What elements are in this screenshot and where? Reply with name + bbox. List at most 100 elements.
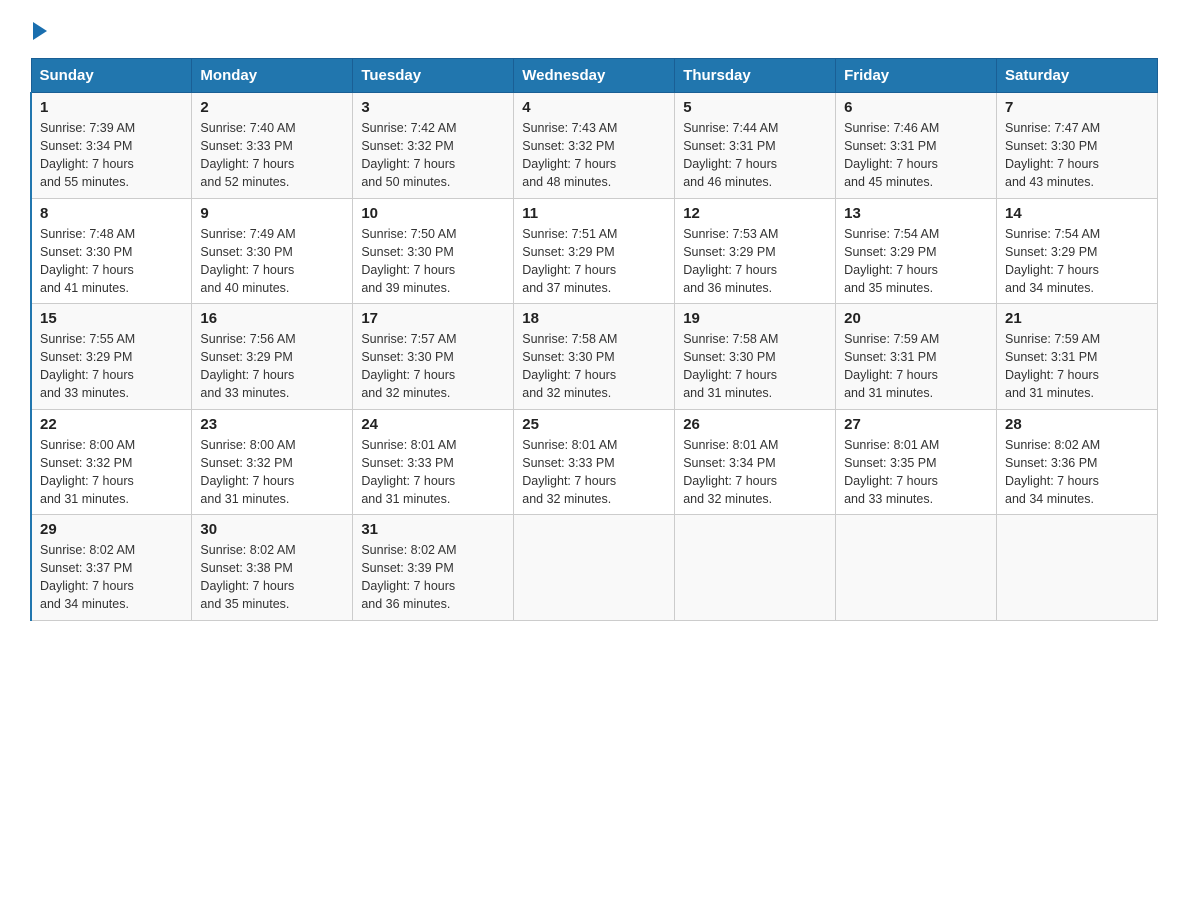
day-number: 18 bbox=[522, 310, 666, 327]
day-info: Sunrise: 7:58 AM Sunset: 3:30 PM Dayligh… bbox=[522, 332, 617, 400]
week-row-4: 22 Sunrise: 8:00 AM Sunset: 3:32 PM Dayl… bbox=[31, 409, 1158, 515]
day-cell: 27 Sunrise: 8:01 AM Sunset: 3:35 PM Dayl… bbox=[836, 409, 997, 515]
day-number: 14 bbox=[1005, 205, 1149, 222]
day-cell: 16 Sunrise: 7:56 AM Sunset: 3:29 PM Dayl… bbox=[192, 304, 353, 410]
day-cell: 12 Sunrise: 7:53 AM Sunset: 3:29 PM Dayl… bbox=[675, 198, 836, 304]
day-number: 8 bbox=[40, 205, 183, 222]
day-cell: 22 Sunrise: 8:00 AM Sunset: 3:32 PM Dayl… bbox=[31, 409, 192, 515]
day-info: Sunrise: 8:02 AM Sunset: 3:37 PM Dayligh… bbox=[40, 543, 135, 611]
day-info: Sunrise: 7:54 AM Sunset: 3:29 PM Dayligh… bbox=[844, 227, 939, 295]
calendar-table: SundayMondayTuesdayWednesdayThursdayFrid… bbox=[30, 58, 1158, 621]
day-info: Sunrise: 8:01 AM Sunset: 3:34 PM Dayligh… bbox=[683, 438, 778, 506]
day-cell: 8 Sunrise: 7:48 AM Sunset: 3:30 PM Dayli… bbox=[31, 198, 192, 304]
day-cell: 7 Sunrise: 7:47 AM Sunset: 3:30 PM Dayli… bbox=[997, 93, 1158, 199]
day-number: 7 bbox=[1005, 99, 1149, 116]
header-cell-monday: Monday bbox=[192, 59, 353, 93]
day-cell: 17 Sunrise: 7:57 AM Sunset: 3:30 PM Dayl… bbox=[353, 304, 514, 410]
header-cell-thursday: Thursday bbox=[675, 59, 836, 93]
week-row-3: 15 Sunrise: 7:55 AM Sunset: 3:29 PM Dayl… bbox=[31, 304, 1158, 410]
day-number: 20 bbox=[844, 310, 988, 327]
header-cell-friday: Friday bbox=[836, 59, 997, 93]
day-cell: 18 Sunrise: 7:58 AM Sunset: 3:30 PM Dayl… bbox=[514, 304, 675, 410]
day-number: 25 bbox=[522, 416, 666, 433]
day-number: 22 bbox=[40, 416, 183, 433]
day-info: Sunrise: 7:47 AM Sunset: 3:30 PM Dayligh… bbox=[1005, 121, 1100, 189]
day-number: 29 bbox=[40, 521, 183, 538]
day-info: Sunrise: 7:49 AM Sunset: 3:30 PM Dayligh… bbox=[200, 227, 295, 295]
day-number: 30 bbox=[200, 521, 344, 538]
day-info: Sunrise: 8:00 AM Sunset: 3:32 PM Dayligh… bbox=[40, 438, 135, 506]
day-cell bbox=[514, 515, 675, 621]
day-cell: 29 Sunrise: 8:02 AM Sunset: 3:37 PM Dayl… bbox=[31, 515, 192, 621]
day-cell: 11 Sunrise: 7:51 AM Sunset: 3:29 PM Dayl… bbox=[514, 198, 675, 304]
day-number: 6 bbox=[844, 99, 988, 116]
day-number: 1 bbox=[40, 99, 183, 116]
day-info: Sunrise: 8:01 AM Sunset: 3:33 PM Dayligh… bbox=[361, 438, 456, 506]
day-info: Sunrise: 7:59 AM Sunset: 3:31 PM Dayligh… bbox=[1005, 332, 1100, 400]
day-info: Sunrise: 7:57 AM Sunset: 3:30 PM Dayligh… bbox=[361, 332, 456, 400]
week-row-5: 29 Sunrise: 8:02 AM Sunset: 3:37 PM Dayl… bbox=[31, 515, 1158, 621]
calendar-body: 1 Sunrise: 7:39 AM Sunset: 3:34 PM Dayli… bbox=[31, 93, 1158, 621]
day-number: 12 bbox=[683, 205, 827, 222]
day-number: 5 bbox=[683, 99, 827, 116]
week-row-2: 8 Sunrise: 7:48 AM Sunset: 3:30 PM Dayli… bbox=[31, 198, 1158, 304]
day-cell: 5 Sunrise: 7:44 AM Sunset: 3:31 PM Dayli… bbox=[675, 93, 836, 199]
day-info: Sunrise: 7:43 AM Sunset: 3:32 PM Dayligh… bbox=[522, 121, 617, 189]
day-info: Sunrise: 7:44 AM Sunset: 3:31 PM Dayligh… bbox=[683, 121, 778, 189]
day-cell: 21 Sunrise: 7:59 AM Sunset: 3:31 PM Dayl… bbox=[997, 304, 1158, 410]
calendar-header: SundayMondayTuesdayWednesdayThursdayFrid… bbox=[31, 59, 1158, 93]
header-cell-wednesday: Wednesday bbox=[514, 59, 675, 93]
day-info: Sunrise: 7:53 AM Sunset: 3:29 PM Dayligh… bbox=[683, 227, 778, 295]
day-cell: 3 Sunrise: 7:42 AM Sunset: 3:32 PM Dayli… bbox=[353, 93, 514, 199]
day-cell: 20 Sunrise: 7:59 AM Sunset: 3:31 PM Dayl… bbox=[836, 304, 997, 410]
day-info: Sunrise: 8:01 AM Sunset: 3:33 PM Dayligh… bbox=[522, 438, 617, 506]
day-info: Sunrise: 7:39 AM Sunset: 3:34 PM Dayligh… bbox=[40, 121, 135, 189]
day-cell bbox=[675, 515, 836, 621]
header-row: SundayMondayTuesdayWednesdayThursdayFrid… bbox=[31, 59, 1158, 93]
day-number: 24 bbox=[361, 416, 505, 433]
day-info: Sunrise: 8:02 AM Sunset: 3:39 PM Dayligh… bbox=[361, 543, 456, 611]
day-cell: 2 Sunrise: 7:40 AM Sunset: 3:33 PM Dayli… bbox=[192, 93, 353, 199]
day-number: 4 bbox=[522, 99, 666, 116]
day-number: 26 bbox=[683, 416, 827, 433]
day-cell: 30 Sunrise: 8:02 AM Sunset: 3:38 PM Dayl… bbox=[192, 515, 353, 621]
day-number: 15 bbox=[40, 310, 183, 327]
logo bbox=[30, 20, 47, 40]
day-cell: 15 Sunrise: 7:55 AM Sunset: 3:29 PM Dayl… bbox=[31, 304, 192, 410]
day-number: 28 bbox=[1005, 416, 1149, 433]
day-number: 9 bbox=[200, 205, 344, 222]
header-cell-saturday: Saturday bbox=[997, 59, 1158, 93]
day-number: 11 bbox=[522, 205, 666, 222]
day-number: 16 bbox=[200, 310, 344, 327]
day-number: 2 bbox=[200, 99, 344, 116]
day-info: Sunrise: 7:42 AM Sunset: 3:32 PM Dayligh… bbox=[361, 121, 456, 189]
week-row-1: 1 Sunrise: 7:39 AM Sunset: 3:34 PM Dayli… bbox=[31, 93, 1158, 199]
day-cell: 10 Sunrise: 7:50 AM Sunset: 3:30 PM Dayl… bbox=[353, 198, 514, 304]
day-number: 13 bbox=[844, 205, 988, 222]
day-number: 3 bbox=[361, 99, 505, 116]
day-info: Sunrise: 7:50 AM Sunset: 3:30 PM Dayligh… bbox=[361, 227, 456, 295]
day-info: Sunrise: 7:46 AM Sunset: 3:31 PM Dayligh… bbox=[844, 121, 939, 189]
day-info: Sunrise: 7:48 AM Sunset: 3:30 PM Dayligh… bbox=[40, 227, 135, 295]
day-cell: 9 Sunrise: 7:49 AM Sunset: 3:30 PM Dayli… bbox=[192, 198, 353, 304]
day-number: 21 bbox=[1005, 310, 1149, 327]
day-cell: 13 Sunrise: 7:54 AM Sunset: 3:29 PM Dayl… bbox=[836, 198, 997, 304]
day-cell: 19 Sunrise: 7:58 AM Sunset: 3:30 PM Dayl… bbox=[675, 304, 836, 410]
day-info: Sunrise: 7:58 AM Sunset: 3:30 PM Dayligh… bbox=[683, 332, 778, 400]
day-number: 27 bbox=[844, 416, 988, 433]
day-number: 17 bbox=[361, 310, 505, 327]
day-cell bbox=[836, 515, 997, 621]
day-info: Sunrise: 8:00 AM Sunset: 3:32 PM Dayligh… bbox=[200, 438, 295, 506]
day-cell: 6 Sunrise: 7:46 AM Sunset: 3:31 PM Dayli… bbox=[836, 93, 997, 199]
day-info: Sunrise: 7:54 AM Sunset: 3:29 PM Dayligh… bbox=[1005, 227, 1100, 295]
day-cell: 31 Sunrise: 8:02 AM Sunset: 3:39 PM Dayl… bbox=[353, 515, 514, 621]
day-cell: 4 Sunrise: 7:43 AM Sunset: 3:32 PM Dayli… bbox=[514, 93, 675, 199]
day-cell: 28 Sunrise: 8:02 AM Sunset: 3:36 PM Dayl… bbox=[997, 409, 1158, 515]
day-info: Sunrise: 7:51 AM Sunset: 3:29 PM Dayligh… bbox=[522, 227, 617, 295]
day-info: Sunrise: 7:59 AM Sunset: 3:31 PM Dayligh… bbox=[844, 332, 939, 400]
header-cell-sunday: Sunday bbox=[31, 59, 192, 93]
day-number: 19 bbox=[683, 310, 827, 327]
day-cell: 1 Sunrise: 7:39 AM Sunset: 3:34 PM Dayli… bbox=[31, 93, 192, 199]
day-number: 10 bbox=[361, 205, 505, 222]
day-info: Sunrise: 8:01 AM Sunset: 3:35 PM Dayligh… bbox=[844, 438, 939, 506]
